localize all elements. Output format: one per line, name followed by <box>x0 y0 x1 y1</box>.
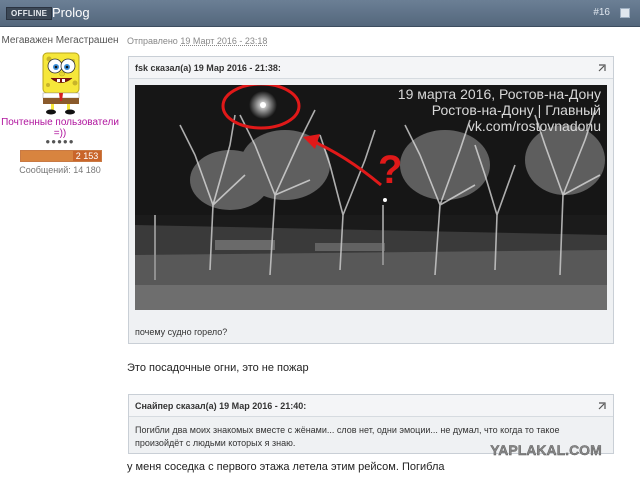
site-watermark: YAPLAKAL.COM <box>490 442 602 458</box>
jump-to-post-icon[interactable] <box>597 63 607 73</box>
quote-block: fsk сказал(а) 19 Мар 2016 - 21:38: ? 19 … <box>128 56 614 344</box>
status-badge: OFFLINE <box>6 7 53 20</box>
user-title: Мегаважен Мегастрашен <box>1 35 119 46</box>
quote-author: fsk сказал(а) 19 Мар 2016 - 21:38: <box>135 63 281 73</box>
post-date-link[interactable]: 19 Март 2016 - 23:18 <box>180 36 267 46</box>
post-number-link[interactable]: #16 <box>593 7 610 18</box>
avatar[interactable] <box>37 49 85 116</box>
reputation-bar[interactable]: 2 153 <box>20 150 102 162</box>
quote-header: Снайпер сказал(а) 19 Мар 2016 - 21:40: <box>129 395 613 417</box>
jump-to-post-icon[interactable] <box>597 401 607 411</box>
question-mark: ? <box>378 148 402 192</box>
quote-header: fsk сказал(а) 19 Мар 2016 - 21:38: <box>129 57 613 79</box>
author-name-link[interactable]: Prolog <box>52 5 90 20</box>
user-panel: Мегаважен Мегастрашен Почтенные пользова… <box>0 27 120 478</box>
watermark-text: YAPLAKAL.COM <box>490 442 602 458</box>
rank-dots: ●●●●● <box>45 137 75 146</box>
overlay-line-3: vk.com/rostovnadonu <box>468 118 601 134</box>
post-meta: Отправлено 19 Март 2016 - 23:18 <box>127 36 267 46</box>
select-post-checkbox[interactable] <box>620 8 630 18</box>
quote-author: Снайпер сказал(а) 19 Мар 2016 - 21:40: <box>135 401 307 411</box>
reply-text-2: у меня соседка с первого этажа летела эт… <box>127 461 445 473</box>
quote-caption: почему судно горело? <box>135 327 228 337</box>
sent-label: Отправлено <box>127 36 178 46</box>
night-camera-image[interactable]: ? 19 марта 2016, Ростов-на-Дону Ростов-н… <box>135 85 607 310</box>
reputation-fill <box>21 151 79 161</box>
overlay-line-1: 19 марта 2016, Ростов-на-Дону <box>398 86 601 102</box>
message-count: Сообщений: 14 180 <box>19 165 101 175</box>
reputation-value: 2 153 <box>73 151 101 161</box>
user-rank: Почтенные пользователи =)) <box>1 117 119 139</box>
overlay-line-2: Ростов-на-Дону | Главный <box>432 102 601 118</box>
reply-text-1: Это посадочные огни, это не пожар <box>127 362 309 374</box>
post-header: OFFLINE Prolog #16 <box>0 0 640 27</box>
